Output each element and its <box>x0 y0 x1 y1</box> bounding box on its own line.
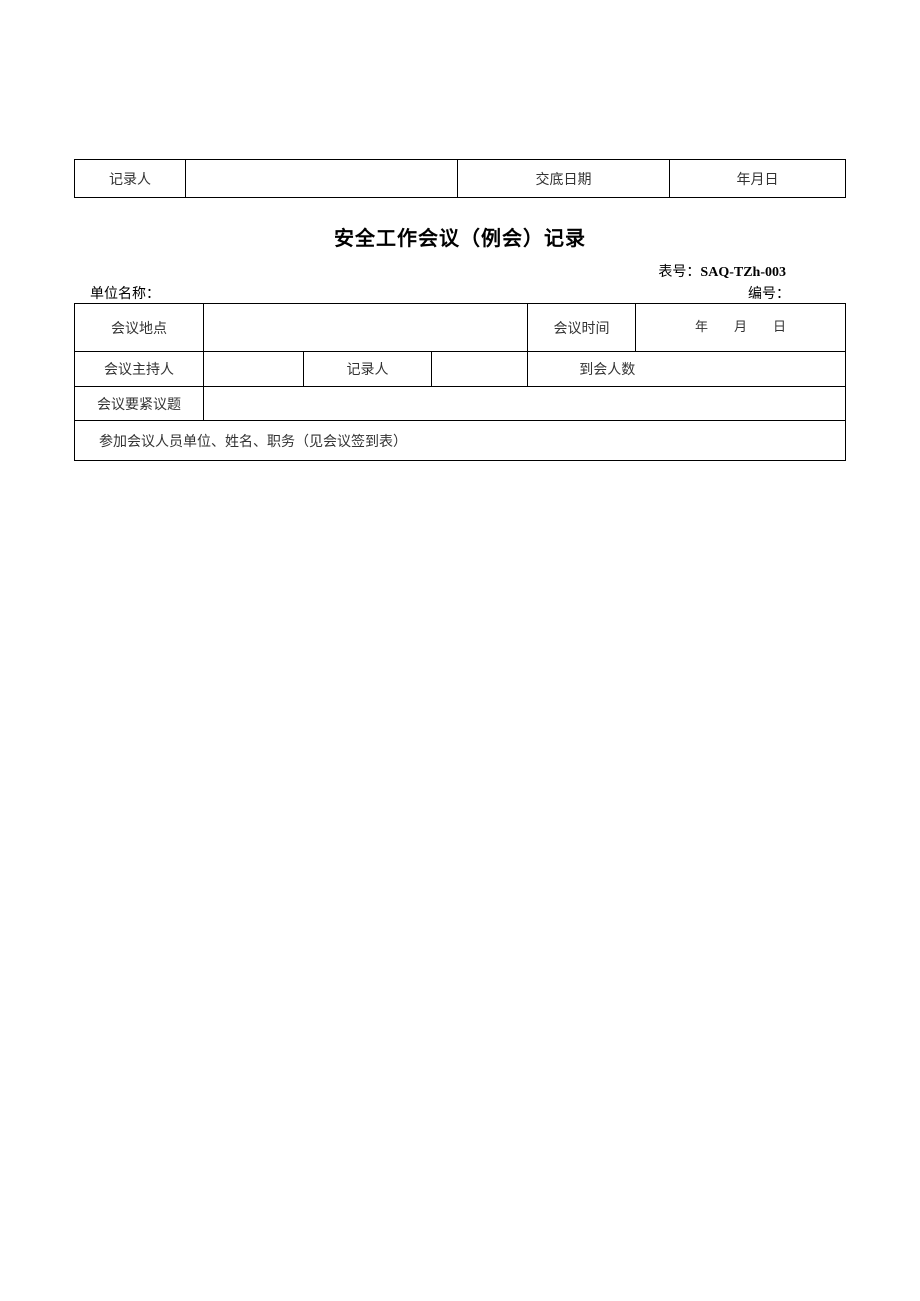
attendees-note-cell: 参加会议人员单位、姓名、职务（见会议签到表） <box>75 421 846 461</box>
recorder-value-cell[interactable] <box>186 160 458 198</box>
unit-serial-line: 单位名称： 编号： <box>74 283 846 303</box>
topic-value-cell[interactable] <box>204 387 846 421</box>
disclosure-date-label-cell: 交底日期 <box>458 160 670 198</box>
unit-name-label: 单位名称： <box>90 283 160 303</box>
host-value-cell[interactable] <box>204 352 304 387</box>
meeting-record-table: 会议地点 会议时间 年 月 日 会议主持人 记录人 到会人数 会议要紧议题 <box>74 303 846 461</box>
attendee-count-value[interactable] <box>687 352 846 386</box>
location-value-cell[interactable] <box>204 304 528 352</box>
form-number-label: 表号： <box>658 265 700 280</box>
form-number-line: 表号：SAQ-TZh-003 <box>74 261 846 281</box>
form-header: 表号：SAQ-TZh-003 单位名称： 编号： <box>74 261 846 303</box>
document-title: 安全工作会议（例会）记录 <box>74 222 846 251</box>
attendee-count-label: 到会人数 <box>528 352 687 386</box>
recorder2-value-cell[interactable] <box>432 352 528 387</box>
recorder-label-cell: 记录人 <box>75 160 186 198</box>
location-label-cell: 会议地点 <box>75 304 204 352</box>
attendee-count-combined-cell: 到会人数 <box>528 352 846 387</box>
topic-label-cell: 会议要紧议题 <box>75 387 204 421</box>
host-label-cell: 会议主持人 <box>75 352 204 387</box>
recorder2-label-cell: 记录人 <box>304 352 432 387</box>
top-disclosure-table: 记录人 交底日期 年月日 <box>74 159 846 198</box>
time-label-cell: 会议时间 <box>528 304 636 352</box>
disclosure-date-value-cell[interactable]: 年月日 <box>670 160 846 198</box>
serial-no-label: 编号： <box>748 283 790 303</box>
form-number-value: SAQ-TZh-003 <box>700 265 786 280</box>
time-value-cell[interactable]: 年 月 日 <box>636 304 846 352</box>
